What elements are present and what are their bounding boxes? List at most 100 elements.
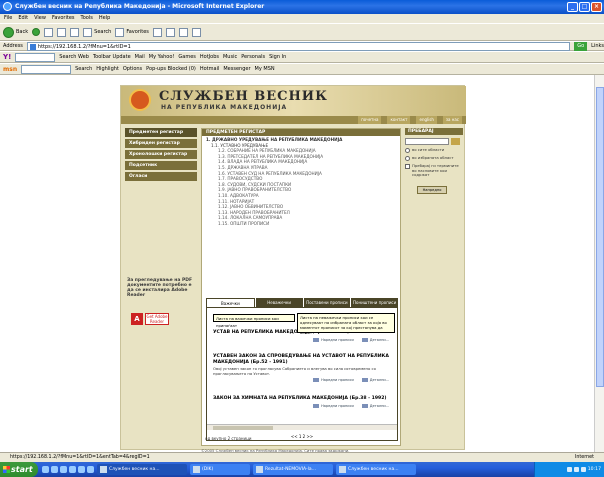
tab-valid[interactable]: Важечки xyxy=(206,298,255,307)
result-title[interactable]: УСТАВЕН ЗАКОН ЗА СПРОВЕДУВАЊЕ НА УСТАВОТ… xyxy=(213,354,389,366)
list-item: ЗАКОН ЗА ХИМНАТА НА РЕПУБЛИКА МАКЕДОНИЈА… xyxy=(213,396,389,408)
yahoo-search-button[interactable]: Search Web xyxy=(59,54,89,60)
horizontal-scrollbar[interactable] xyxy=(207,424,397,430)
tray-icon[interactable] xyxy=(580,467,586,472)
tab-invalid[interactable]: Неважечки xyxy=(255,298,303,307)
main-panel: ПРЕДМЕТЕН РЕГИСТАР 1. ДРЖАВНО УРЕДУВАЊЕ … xyxy=(201,128,401,446)
msn-popups[interactable]: Pop-ups Blocked (0) xyxy=(146,66,196,72)
msn-highlight[interactable]: Highlight xyxy=(96,66,119,72)
system-tray: 10:17 xyxy=(534,462,604,477)
yahoo-signin[interactable]: Sign In xyxy=(269,54,286,60)
close-button[interactable]: × xyxy=(591,2,602,12)
tray-icon[interactable] xyxy=(566,467,572,472)
menu-tools[interactable]: Tools xyxy=(81,14,93,23)
stop-icon[interactable] xyxy=(44,27,54,37)
mail-icon[interactable] xyxy=(178,27,188,37)
favorites-button[interactable]: Favorites xyxy=(115,27,149,37)
yahoo-search-input[interactable] xyxy=(15,52,56,62)
ql-icon[interactable] xyxy=(42,466,49,473)
address-label: Address xyxy=(3,43,23,49)
menu-file[interactable]: File xyxy=(4,14,12,23)
menu-view[interactable]: View xyxy=(34,14,46,23)
msn-hotmail[interactable]: Hotmail xyxy=(200,66,220,72)
back-button[interactable]: Back xyxy=(3,26,28,38)
nav-home[interactable]: почетна xyxy=(358,116,382,124)
menu-favorites[interactable]: Favorites xyxy=(52,14,75,23)
page-count: од вкупно 2 страници xyxy=(205,436,252,441)
details-link[interactable]: Детални... xyxy=(361,404,389,408)
refresh-icon[interactable] xyxy=(57,27,67,37)
ql-icon[interactable] xyxy=(60,466,67,473)
menu-help[interactable]: Help xyxy=(99,14,110,23)
tree-item[interactable]: 1.15. ОПШТИ ПРОПИСИ xyxy=(206,221,396,227)
star-icon xyxy=(115,27,125,37)
nav-english[interactable]: english xyxy=(416,116,437,124)
site-search-input[interactable] xyxy=(405,138,449,145)
details-link[interactable]: Детални... xyxy=(361,378,389,382)
related-link[interactable]: Наредни прописи xyxy=(313,404,354,408)
radio-all[interactable] xyxy=(405,148,410,153)
menu-reminder[interactable]: Подсетник xyxy=(125,161,197,170)
forward-button[interactable] xyxy=(32,28,41,36)
related-link[interactable]: Наредни прописи xyxy=(313,378,354,382)
details-link[interactable]: Детални... xyxy=(361,338,389,342)
ql-icon[interactable] xyxy=(78,466,85,473)
menu-edit[interactable]: Edit xyxy=(18,14,28,23)
site-search-button[interactable] xyxy=(451,138,460,145)
tab-annulled[interactable]: Поништени прописи xyxy=(351,298,398,307)
menu-hybrid-register[interactable]: Хибриден регистар xyxy=(125,139,197,148)
yahoo-music[interactable]: Music xyxy=(223,54,237,60)
msn-search-input[interactable] xyxy=(21,64,72,74)
menu-bar: File Edit View Favorites Tools Help xyxy=(0,14,604,23)
ql-icon[interactable] xyxy=(51,466,58,473)
msn-logo[interactable]: msn xyxy=(3,66,17,73)
result-title[interactable]: ЗАКОН ЗА ХИМНАТА НА РЕПУБЛИКА МАКЕДОНИЈА… xyxy=(213,396,389,402)
msn-search[interactable]: Search xyxy=(75,66,92,72)
yahoo-hotjobs[interactable]: HotJobs xyxy=(200,54,219,60)
vertical-scrollbar[interactable] xyxy=(594,75,604,452)
address-input[interactable]: https://192.168.1.2/?fMnu=1&rtID=1 xyxy=(26,41,571,51)
yahoo-logo[interactable]: Y! xyxy=(3,53,11,61)
media-icon[interactable] xyxy=(152,27,162,37)
menu-ads[interactable]: Огласи xyxy=(125,172,197,181)
ql-icon[interactable] xyxy=(69,466,76,473)
maximize-button[interactable]: □ xyxy=(579,2,590,12)
links-label[interactable]: Links xyxy=(591,43,604,49)
menu-subject-register[interactable]: Предметен регистар xyxy=(125,128,197,137)
yahoo-toolbar-update[interactable]: Toolbar Update xyxy=(93,54,131,60)
yahoo-my[interactable]: My Yahoo! xyxy=(149,54,175,60)
home-icon[interactable] xyxy=(70,27,80,37)
tab-set[interactable]: Поставени прописи xyxy=(303,298,351,307)
tooltip-invalid: Листа на неважечки прописи кои се однесу… xyxy=(297,313,395,335)
related-link[interactable]: Наредни прописи xyxy=(313,338,354,342)
task-button[interactable]: Rezultat-NEMOVIA-la... xyxy=(253,464,333,475)
ql-icon[interactable] xyxy=(87,466,94,473)
task-button[interactable]: (DIK) xyxy=(190,464,250,475)
menu-chrono-register[interactable]: Хронолошки регистар xyxy=(125,150,197,159)
nav-about[interactable]: за нас xyxy=(442,116,462,124)
adobe-reader-badge[interactable]: A Get Adobe Reader xyxy=(131,313,171,325)
msn-mymsn[interactable]: My MSN xyxy=(255,66,275,72)
task-button[interactable]: Службен весник на... xyxy=(336,464,416,475)
search-title: ПРЕБАРАЈ xyxy=(405,128,463,135)
radio-selected[interactable] xyxy=(405,156,410,161)
history-icon[interactable] xyxy=(165,27,175,37)
start-button[interactable]: start xyxy=(0,462,38,477)
site-subtitle: НА РЕПУБЛИКА МАКЕДОНИЈА xyxy=(161,104,288,111)
msn-options[interactable]: Options xyxy=(123,66,142,72)
task-button[interactable]: Службен весник на... xyxy=(97,464,187,475)
go-button[interactable]: Go xyxy=(574,41,588,51)
advanced-search-button[interactable]: Напредно xyxy=(417,185,447,194)
msn-toolbar: msn Search Highlight Options Pop-ups Blo… xyxy=(0,63,604,75)
search-button[interactable]: Search xyxy=(83,27,111,37)
coat-of-arms-logo xyxy=(129,89,151,111)
nav-contact[interactable]: контакт xyxy=(387,116,411,124)
minimize-button[interactable]: _ xyxy=(567,2,578,12)
checkbox-titles[interactable] xyxy=(405,164,410,169)
yahoo-games[interactable]: Games xyxy=(178,54,196,60)
yahoo-personals[interactable]: Personals xyxy=(241,54,265,60)
tray-icon[interactable] xyxy=(573,467,579,472)
yahoo-mail[interactable]: Mail xyxy=(135,54,145,60)
print-icon[interactable] xyxy=(191,27,201,37)
msn-messenger[interactable]: Messenger xyxy=(223,66,250,72)
